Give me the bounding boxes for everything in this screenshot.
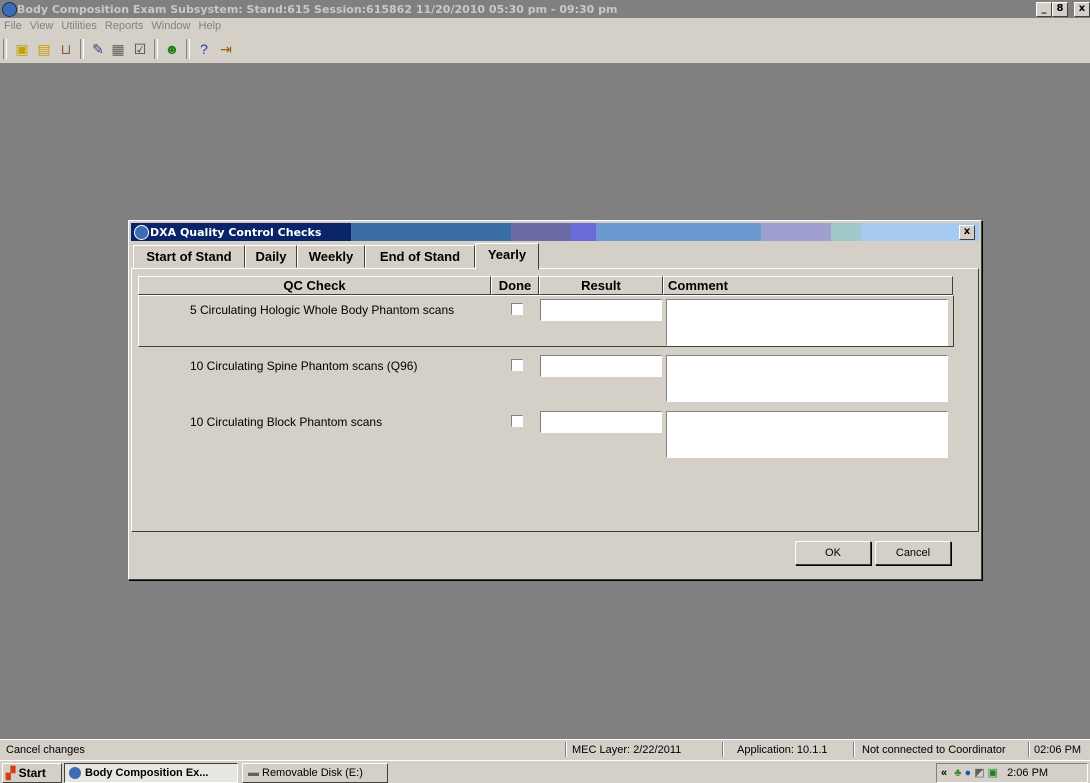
windows-logo-icon: ▞ xyxy=(6,766,16,780)
column-header-comment: Comment xyxy=(663,276,953,295)
app-icon[interactable] xyxy=(2,2,17,17)
tab-weekly[interactable]: Weekly xyxy=(297,245,365,268)
done-checkbox[interactable] xyxy=(511,303,523,315)
toolbar: ▣ ▤ ⊔ ✎ ▦ ☑ ☻ ? ⇥ xyxy=(0,35,1090,64)
task-label: Body Composition Ex... xyxy=(85,767,209,779)
dialog-title: DXA Quality Control Checks xyxy=(150,226,322,239)
menu-reports[interactable]: Reports xyxy=(101,18,148,32)
safely-remove-icon[interactable]: ◩ xyxy=(974,767,984,779)
new-icon[interactable]: ▣ xyxy=(12,39,32,59)
tab-daily[interactable]: Daily xyxy=(245,245,297,268)
menu-file[interactable]: File xyxy=(0,18,26,32)
task-label: Removable Disk (E:) xyxy=(262,767,363,779)
menu-help[interactable]: Help xyxy=(195,18,226,32)
dialog-close-button[interactable]: x xyxy=(959,225,975,240)
help-icon[interactable]: ? xyxy=(194,39,214,59)
restore-button[interactable]: 8 xyxy=(1052,2,1068,17)
column-header-done: Done xyxy=(491,276,539,295)
window-title-bar: Body Composition Exam Subsystem: Stand:6… xyxy=(0,0,1090,18)
done-checkbox[interactable] xyxy=(511,359,523,371)
ok-button[interactable]: OK xyxy=(795,541,871,565)
qc-check-label: 10 Circulating Block Phantom scans xyxy=(190,415,383,429)
comment-input[interactable] xyxy=(666,355,948,402)
status-divider xyxy=(1028,742,1030,757)
tray-expand-button[interactable]: « xyxy=(941,767,947,779)
start-button[interactable]: ▞ Start xyxy=(2,763,62,783)
dialog-title-bar: DXA Quality Control Checks x xyxy=(131,223,979,241)
app-icon xyxy=(69,767,81,780)
column-header-qc-check: QC Check xyxy=(138,276,491,295)
toolbar-separator xyxy=(80,39,84,59)
menu-window[interactable]: Window xyxy=(147,18,194,32)
network-icon[interactable]: ♣ xyxy=(954,767,961,779)
menu-bar: File View Utilities Reports Window Help xyxy=(0,18,1090,35)
taskbar-item-removable-disk[interactable]: ▬ Removable Disk (E:) xyxy=(242,763,388,783)
start-label: Start xyxy=(18,766,46,780)
toolbar-separator xyxy=(186,39,190,59)
status-coordinator: Not connected to Coordinator xyxy=(862,744,1006,756)
menu-view[interactable]: View xyxy=(26,18,58,32)
status-divider xyxy=(853,742,855,757)
comment-input[interactable] xyxy=(666,411,948,458)
tray-icon[interactable]: ⊔ xyxy=(56,39,76,59)
status-bar: Cancel changes MEC Layer: 2/22/2011 Appl… xyxy=(0,739,1090,760)
window-title: Body Composition Exam Subsystem: Stand:6… xyxy=(17,3,618,16)
cancel-button[interactable]: Cancel xyxy=(875,541,951,565)
close-button[interactable]: x xyxy=(1074,2,1090,17)
status-time: 02:06 PM xyxy=(1034,744,1082,756)
comment-input[interactable] xyxy=(666,299,948,346)
wand-icon[interactable]: ✎ xyxy=(88,39,108,59)
people-icon[interactable]: ☻ xyxy=(162,39,182,59)
toolbar-separator xyxy=(3,39,7,59)
status-divider xyxy=(722,742,724,757)
tab-yearly[interactable]: Yearly xyxy=(475,243,539,270)
dialog-icon xyxy=(134,225,149,240)
status-divider xyxy=(565,742,567,757)
taskbar: ▞ Start Body Composition Ex... ▬ Removabl… xyxy=(0,760,1090,783)
result-input[interactable] xyxy=(540,411,662,433)
tab-start-of-stand[interactable]: Start of Stand xyxy=(133,245,245,268)
status-mec-layer: MEC Layer: 2/22/2011 xyxy=(572,744,682,756)
done-checkbox[interactable] xyxy=(511,415,523,427)
minimize-button[interactable]: _ xyxy=(1036,2,1052,17)
result-input[interactable] xyxy=(540,299,662,321)
status-message: Cancel changes xyxy=(6,744,85,756)
clipboard-icon[interactable]: ▤ xyxy=(34,39,54,59)
system-tray: « ♣ ● ◩ ▣ 2:06 PM xyxy=(936,763,1088,783)
toolbar-separator xyxy=(154,39,158,59)
list-icon[interactable]: ▦ xyxy=(108,39,128,59)
taskbar-item-body-composition[interactable]: Body Composition Ex... xyxy=(64,763,238,783)
qc-checks-dialog: DXA Quality Control Checks x Start of St… xyxy=(128,220,982,580)
clock: 2:06 PM xyxy=(1007,767,1049,779)
bluetooth-icon[interactable]: ● xyxy=(964,767,971,779)
menu-utilities[interactable]: Utilities xyxy=(57,18,100,32)
antivirus-icon[interactable]: ▣ xyxy=(988,767,998,779)
check-icon[interactable]: ☑ xyxy=(130,39,150,59)
exit-icon[interactable]: ⇥ xyxy=(216,39,236,59)
status-application: Application: 10.1.1 xyxy=(737,744,828,756)
result-input[interactable] xyxy=(540,355,662,377)
disk-icon: ▬ xyxy=(248,767,259,779)
tab-end-of-stand[interactable]: End of Stand xyxy=(365,245,475,268)
column-header-result: Result xyxy=(539,276,663,295)
qc-check-label: 5 Circulating Hologic Whole Body Phantom… xyxy=(190,303,455,317)
qc-check-label: 10 Circulating Spine Phantom scans (Q96) xyxy=(190,359,418,373)
